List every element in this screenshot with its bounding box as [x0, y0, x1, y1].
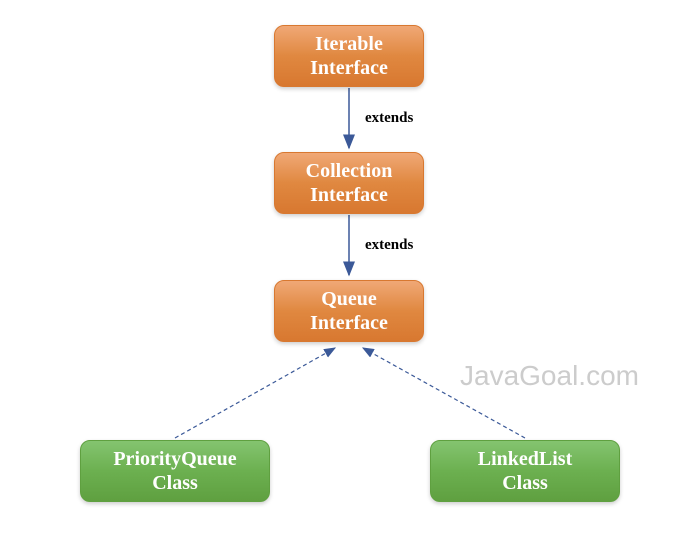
queue-interface-node: Queue Interface [274, 280, 424, 342]
node-label-line1: Queue [321, 287, 377, 311]
node-label-line2: Interface [310, 56, 388, 80]
node-label-line2: Class [502, 471, 548, 495]
edge-label-extends-1: extends [365, 110, 413, 127]
priorityqueue-class-node: PriorityQueue Class [80, 440, 270, 502]
node-label-line1: Iterable [315, 32, 383, 56]
node-label-line2: Interface [310, 311, 388, 335]
collection-interface-node: Collection Interface [274, 152, 424, 214]
iterable-interface-node: Iterable Interface [274, 25, 424, 87]
linkedlist-class-node: LinkedList Class [430, 440, 620, 502]
node-label-line1: PriorityQueue [113, 447, 236, 471]
node-label-line1: Collection [306, 159, 393, 183]
watermark-text: JavaGoal.com [460, 360, 639, 392]
node-label-line2: Interface [310, 183, 388, 207]
node-label-line2: Class [152, 471, 198, 495]
edge-label-extends-2: extends [365, 237, 413, 254]
node-label-line1: LinkedList [478, 447, 572, 471]
